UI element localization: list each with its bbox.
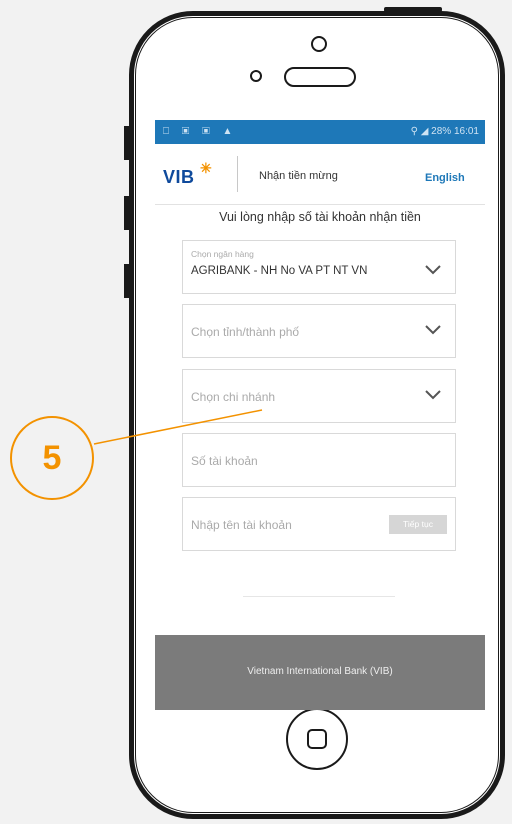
continue-button[interactable]: Tiếp tục	[389, 515, 447, 534]
chevron-down-icon	[425, 390, 441, 400]
branch-select[interactable]: Chọn chi nhánh	[182, 369, 456, 423]
status-right: ⚲ ◢ 28% 16:01	[411, 126, 479, 137]
callout-badge: 5	[10, 416, 94, 500]
chevron-down-icon	[425, 265, 441, 275]
footer-text: Vietnam International Bank (VIB)	[247, 666, 393, 677]
signal-icon: ⚲ ◢	[410, 126, 432, 137]
header-divider	[237, 156, 238, 192]
footer: Vietnam International Bank (VIB)	[155, 635, 485, 710]
vib-logo: VIB	[163, 167, 195, 187]
bank-select[interactable]: Chọn ngân hàng AGRIBANK - NH No VA PT NT…	[182, 240, 456, 294]
home-square-icon	[307, 729, 327, 749]
divider	[243, 596, 395, 597]
earpiece-speaker	[284, 67, 356, 87]
province-select[interactable]: Chọn tỉnh/thành phố	[182, 304, 456, 358]
page-title: Nhận tiền mừng	[259, 170, 338, 182]
front-camera	[311, 36, 327, 52]
home-button[interactable]	[286, 708, 348, 770]
chevron-down-icon	[425, 325, 441, 335]
language-toggle[interactable]: English	[425, 172, 465, 184]
proximity-sensor	[250, 70, 262, 82]
account-name-placeholder: Nhập tên tài khoản	[191, 518, 292, 532]
phone-screen: ⎕ ▣ ▣ ▲ ⚲ ◢ 28% 16:01 VIB ✳ Nhận tiền mừ…	[155, 120, 485, 710]
bank-select-value: AGRIBANK - NH No VA PT NT VN	[191, 265, 368, 277]
status-bar: ⎕ ▣ ▣ ▲ ⚲ ◢ 28% 16:01	[155, 120, 485, 144]
logo-star-icon: ✳	[200, 160, 212, 176]
app-header: VIB ✳ Nhận tiền mừng English	[155, 144, 485, 205]
account-number-input[interactable]: Số tài khoản	[182, 433, 456, 487]
status-time: 28% 16:01	[431, 126, 479, 137]
account-number-placeholder: Số tài khoản	[191, 454, 258, 468]
bank-select-label: Chọn ngân hàng	[191, 249, 254, 259]
branch-select-placeholder: Chọn chi nhánh	[191, 390, 276, 404]
account-name-input[interactable]: Nhập tên tài khoản Tiếp tục	[182, 497, 456, 551]
form-instruction: Vui lòng nhập số tài khoản nhận tiền	[219, 210, 421, 224]
notification-icons: ⎕ ▣ ▣ ▲	[163, 126, 238, 137]
province-select-placeholder: Chọn tỉnh/thành phố	[191, 325, 300, 339]
